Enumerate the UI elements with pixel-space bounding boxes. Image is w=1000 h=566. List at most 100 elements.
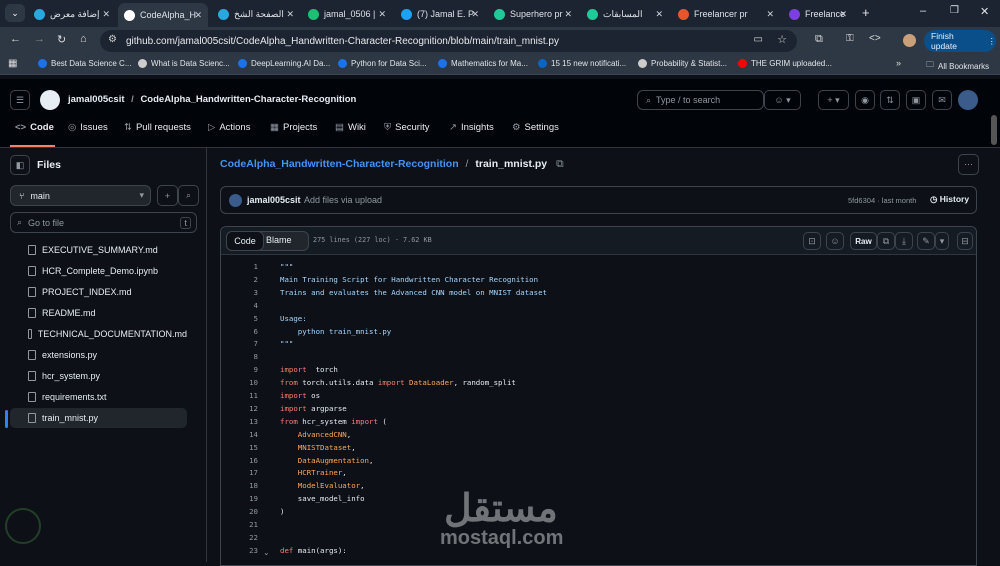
edit-dropdown-icon[interactable]: ▾ (935, 232, 949, 250)
file-tree-item[interactable]: extensions.py (10, 345, 187, 365)
line-number[interactable]: 20 (220, 507, 258, 516)
bookmark-item[interactable]: THE GRIM uploaded... (738, 59, 832, 68)
close-tab-icon[interactable]: ✕ (655, 9, 663, 20)
line-number[interactable]: 23 (220, 546, 258, 555)
line-number[interactable]: 1 (220, 262, 258, 271)
more-bookmarks-icon[interactable]: » (896, 58, 901, 68)
repositories-icon[interactable]: ▣ (906, 90, 926, 110)
password-key-icon[interactable]: ⚿ (846, 33, 854, 44)
edit-pencil-icon[interactable]: ✎ (917, 232, 935, 250)
line-number[interactable]: 8 (220, 352, 258, 361)
browser-tab[interactable]: jamal_0506 | ✕ (302, 4, 392, 24)
line-number[interactable]: 18 (220, 481, 258, 490)
line-number[interactable]: 7 (220, 339, 258, 348)
tab-code[interactable]: Code (226, 231, 264, 251)
tab-blame[interactable]: Blame (266, 235, 292, 245)
history-button[interactable]: ◷ History (930, 194, 969, 205)
repo-nav-projects[interactable]: ▦ Projects (270, 122, 317, 133)
search-input[interactable]: ⌕ Type / to search (637, 90, 764, 110)
line-number[interactable]: 3 (220, 288, 258, 297)
close-tab-icon[interactable]: ✕ (378, 9, 386, 20)
line-number[interactable]: 2 (220, 275, 258, 284)
repo-nav-settings[interactable]: ⚙ Settings (512, 122, 559, 133)
symbols-icon[interactable]: ⊡ (803, 232, 821, 250)
user-avatar[interactable] (958, 90, 978, 110)
branch-selector[interactable]: ⑂ main ▾ (10, 185, 151, 206)
close-tab-icon[interactable]: ✕ (471, 9, 479, 20)
file-tree-item[interactable]: train_mnist.py (10, 408, 187, 428)
line-number[interactable]: 21 (220, 520, 258, 529)
line-number[interactable]: 12 (220, 404, 258, 413)
line-number[interactable]: 6 (220, 327, 258, 336)
back-icon[interactable]: ← (10, 33, 21, 45)
copilot-button[interactable]: ☺ ▾ (764, 90, 801, 110)
file-tree-item[interactable]: EXECUTIVE_SUMMARY.md (10, 240, 187, 260)
site-info-icon[interactable]: ⚙ (108, 34, 117, 45)
address-bar[interactable]: ⚙ github.com/jamal005csit/CodeAlpha_Hand… (100, 30, 797, 52)
close-tab-icon[interactable]: ✕ (194, 10, 202, 21)
page-scrollbar[interactable] (991, 115, 997, 145)
minimize-button[interactable]: – (920, 5, 926, 17)
file-tree-item[interactable]: README.md (10, 303, 187, 323)
inbox-icon[interactable]: ✉ (932, 90, 952, 110)
repo-nav-issues[interactable]: ◎ Issues (68, 122, 108, 133)
line-number[interactable]: 16 (220, 456, 258, 465)
close-window-button[interactable]: ✕ (980, 5, 989, 18)
browser-tab[interactable]: الصفحة الشخ ✕ (212, 4, 300, 24)
browser-tab[interactable]: (7) Jamal E. P ✕ (395, 4, 485, 24)
close-tab-icon[interactable]: ✕ (564, 9, 572, 20)
browser-tab[interactable]: المسابقات ✕ (581, 4, 669, 24)
line-number[interactable]: 10 (220, 378, 258, 387)
extensions-icon[interactable]: ⧉ (815, 33, 823, 46)
repo-nav-actions[interactable]: ▷ Actions (208, 122, 250, 133)
repo-nav-code[interactable]: <> Code (15, 122, 54, 133)
repo-nav-insights[interactable]: ↗ Insights (449, 122, 494, 133)
repo-breadcrumb-link[interactable]: CodeAlpha_Handwritten-Character-Recognit… (220, 158, 459, 170)
commit-meta[interactable]: 5fd6304 · last month (848, 196, 916, 205)
commit-message[interactable]: Add files via upload (304, 195, 382, 205)
profile-avatar[interactable] (903, 34, 916, 47)
issues-icon[interactable]: ◉ (855, 90, 875, 110)
all-bookmarks[interactable]: 🗀 All Bookmarks (926, 59, 989, 73)
file-tree-item[interactable]: requirements.txt (10, 387, 187, 407)
bookmark-item[interactable]: DeepLearning.AI Da... (238, 59, 330, 68)
menu-icon[interactable]: ☰ (10, 90, 30, 110)
line-number[interactable]: 19 (220, 494, 258, 503)
browser-tab[interactable]: CodeAlpha_H ✕ (118, 3, 208, 27)
github-logo-icon[interactable] (40, 90, 60, 110)
line-number[interactable]: 4 (220, 301, 258, 310)
close-tab-icon[interactable]: ✕ (102, 9, 110, 20)
browser-tab[interactable]: Freelance ✕ (783, 4, 853, 24)
add-file-button[interactable]: + (157, 185, 178, 206)
create-new-button[interactable]: + ▾ (818, 90, 849, 110)
search-files-button[interactable]: ⌕ (178, 185, 199, 206)
repo-link[interactable]: CodeAlpha_Handwritten-Character-Recognit… (140, 94, 356, 105)
more-options-button[interactable]: ⋯ (958, 154, 979, 175)
raw-button[interactable]: Raw (850, 232, 877, 250)
line-number[interactable]: 14 (220, 430, 258, 439)
file-tree-item[interactable]: hcr_system.py (10, 366, 187, 386)
close-tab-icon[interactable]: ✕ (766, 9, 774, 20)
bookmark-item[interactable]: Probability & Statist... (638, 59, 727, 68)
browser-tab[interactable]: إضافة معرض ✕ (28, 4, 116, 24)
line-number[interactable]: 22 (220, 533, 258, 542)
line-number[interactable]: 5 (220, 314, 258, 323)
file-tree-item[interactable]: TECHNICAL_DOCUMENTATION.md (10, 324, 187, 344)
commit-author[interactable]: jamal005csit (247, 195, 301, 205)
repo-nav-wiki[interactable]: ▤ Wiki (335, 122, 366, 133)
new-tab-button[interactable]: + (862, 5, 870, 20)
forward-icon[interactable]: → (34, 33, 45, 45)
restore-button[interactable]: ❐ (950, 5, 959, 16)
home-icon[interactable]: ⌂ (80, 33, 87, 45)
line-number[interactable]: 15 (220, 443, 258, 452)
tab-search-button[interactable]: ⌄ (5, 4, 25, 22)
line-number[interactable]: 9 (220, 365, 258, 374)
close-tab-icon[interactable]: ✕ (286, 9, 294, 20)
bookmark-star-icon[interactable]: ☆ (777, 33, 787, 46)
copilot-icon[interactable]: ☺ (826, 232, 844, 250)
bookmark-item[interactable]: Mathematics for Ma... (438, 59, 528, 68)
line-number[interactable]: 17 (220, 468, 258, 477)
go-to-file-input[interactable]: ⌕ Go to file t (10, 212, 197, 233)
symbols-panel-icon[interactable]: ⊟ (957, 232, 973, 250)
bookmark-item[interactable]: 15 15 new notificati... (538, 59, 626, 68)
